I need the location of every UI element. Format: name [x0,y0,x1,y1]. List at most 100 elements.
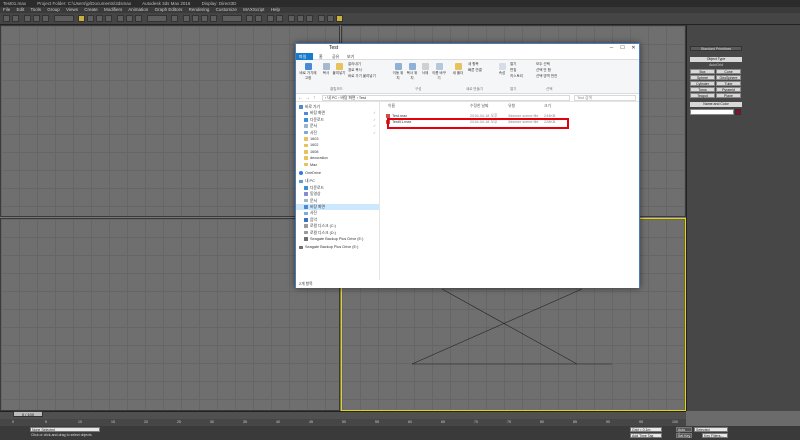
open-button[interactable]: 열기 [510,62,516,67]
sphere-button[interactable]: Sphere [690,75,715,80]
link-button[interactable] [24,15,31,22]
copy-to-button[interactable]: 복사 위치 [406,63,418,81]
select-none-button[interactable]: 선택 안 함 [536,68,551,73]
menu-customize[interactable]: Customize [216,7,237,12]
select-object-button[interactable] [78,15,85,22]
search-input[interactable]: Test 검색 [574,95,636,101]
menu-tools[interactable]: Tools [30,7,41,12]
close-icon[interactable]: ✕ [628,44,639,53]
properties-button[interactable]: 속성 [497,63,507,76]
viewport-left[interactable] [0,218,340,411]
object-color-swatch[interactable] [735,109,741,115]
invert-selection-button[interactable]: 선택 영역 반전 [536,74,557,79]
curve-editor-button[interactable] [288,15,295,22]
percent-snap-button[interactable] [201,15,208,22]
column-date[interactable]: 수정한 날짜 [470,104,489,109]
menu-create[interactable]: Create [84,7,98,12]
key-mode-dropdown[interactable]: Selected [694,427,728,432]
render-setup-button[interactable] [318,15,325,22]
menu-graph-editors[interactable]: Graph Editors [155,7,183,12]
rotate-button[interactable] [126,15,133,22]
material-editor-button[interactable] [306,15,313,22]
new-folder-button[interactable]: 새 폴더 [452,63,464,76]
menu-views[interactable]: Views [66,7,78,12]
paste-shortcut-button[interactable]: 바로 가기 붙여넣기 [348,74,376,79]
history-button[interactable]: 히스토리 [510,74,523,79]
box-button[interactable]: Box [690,69,715,74]
unlink-button[interactable] [33,15,40,22]
paste-button[interactable]: 붙여넣기 [332,63,346,76]
object-type-rollout[interactable]: Object Type [690,57,742,62]
select-all-button[interactable]: 모두 선택 [536,62,550,67]
column-type[interactable]: 유형 [508,104,515,109]
copy-path-button[interactable]: 경로 복사 [348,68,362,73]
cone-button[interactable]: Cone [716,69,741,74]
menu-edit[interactable]: Edit [17,7,25,12]
track-bar[interactable]: 0 5 10 15 20 25 30 35 40 45 50 55 60 65 70 75 80 85 90 95 10… [0,419,686,426]
menu-rendering[interactable]: Rendering [189,7,210,12]
column-size[interactable]: 크기 [544,104,551,109]
select-by-name-button[interactable] [87,15,94,22]
menu-help[interactable]: Help [271,7,280,12]
up-icon[interactable]: ↑ [313,94,316,102]
easy-access-button[interactable]: 빠른 연결 [468,68,482,73]
align-button[interactable] [255,15,262,22]
copy-button[interactable]: 복사 [319,63,333,76]
new-item-button[interactable]: 새 항목 [468,62,479,67]
delete-button[interactable]: 삭제 [420,63,430,76]
address-bar[interactable]: › 내 PC › 바탕 화면 › Test [322,95,570,101]
reference-coord-dropdown[interactable] [147,15,167,22]
angle-snap-button[interactable] [192,15,199,22]
move-button[interactable] [117,15,124,22]
redo-button[interactable] [12,15,19,22]
render-button[interactable] [336,15,343,22]
forward-icon[interactable]: → [305,94,310,102]
named-selection-dropdown[interactable] [222,15,242,22]
mirror-button[interactable] [246,15,253,22]
pin-to-quick-access-button[interactable]: 바로 가기에 고정 [298,63,318,81]
viewport-top[interactable] [0,25,340,217]
move-to-button[interactable]: 이동 위치 [392,63,404,81]
maximize-icon[interactable]: ☐ [617,44,628,53]
cylinder-button[interactable]: Cylinder [690,81,715,86]
minimize-icon[interactable]: ─ [606,44,617,53]
spinner-snap-button[interactable] [210,15,217,22]
tab-share[interactable]: 공유 [329,53,342,60]
cut-button[interactable]: 잘라내기 [348,62,361,67]
geosphere-button[interactable]: GeoSphere [716,75,741,80]
undo-button[interactable] [3,15,10,22]
menu-group[interactable]: Group [47,7,60,12]
set-key-button[interactable]: Set Key [676,433,692,438]
selection-filter-dropdown[interactable] [54,15,74,22]
bind-space-warp-button[interactable] [42,15,49,22]
key-filters-button[interactable]: Key Filters... [702,433,728,438]
graphite-button[interactable] [276,15,283,22]
time-slider-track[interactable] [0,411,686,419]
render-frame-button[interactable] [327,15,334,22]
torus-button[interactable]: Torus [690,87,715,92]
snap-button[interactable] [183,15,190,22]
scale-button[interactable] [135,15,142,22]
menu-maxscript[interactable]: MAXScript [243,7,264,12]
menu-file[interactable]: File [3,7,10,12]
schematic-view-button[interactable] [297,15,304,22]
tube-button[interactable]: Tube [716,81,741,86]
tab-file[interactable]: 파일 [296,53,313,60]
teapot-button[interactable]: Teapot [690,93,715,98]
back-icon[interactable]: ← [298,94,303,102]
rename-button[interactable]: 이름 바꾸기 [432,63,446,81]
pivot-button[interactable] [171,15,178,22]
menu-animation[interactable]: Animation [128,7,148,12]
autogrid-checkbox[interactable]: AutoGrid [690,63,742,68]
column-name[interactable]: 이름 [388,104,395,109]
nav-drive-e-root[interactable]: Seagate Backup Plus Drive (E:) [296,244,379,250]
auto-key-button[interactable]: Auto Key [676,427,692,436]
tab-view[interactable]: 보기 [344,53,357,60]
menu-modifiers[interactable]: Modifiers [104,7,122,12]
nav-folder-max[interactable]: Max [296,162,379,168]
edit-button[interactable]: 편집 [510,68,516,73]
tab-home[interactable]: 홈 [316,53,326,60]
pyramid-button[interactable]: Pyramid [716,87,741,92]
plane-button[interactable]: Plane [716,93,741,98]
time-slider[interactable]: 0 / 100 [13,411,43,417]
